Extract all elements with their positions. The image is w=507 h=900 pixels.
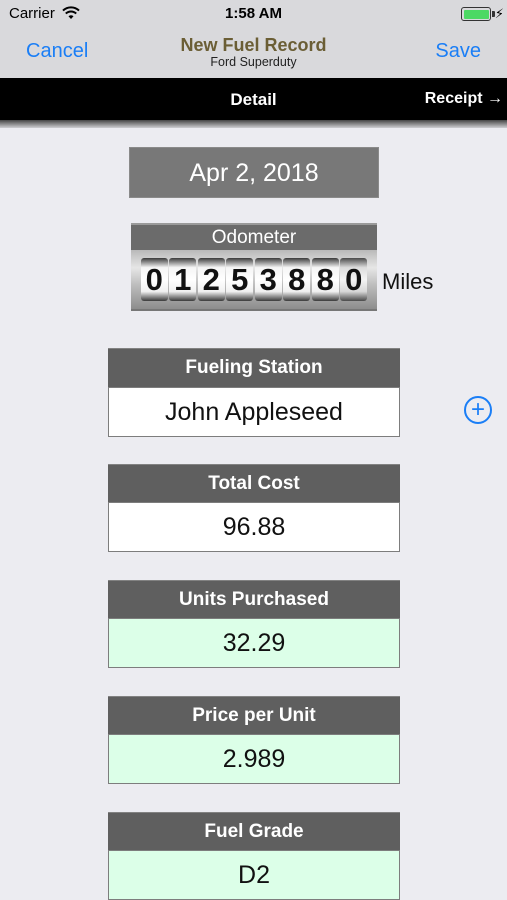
fuel-grade-field[interactable]: D2 xyxy=(108,850,400,900)
status-time: 1:58 AM xyxy=(225,5,282,22)
fueling-station-field[interactable]: John Appleseed xyxy=(108,387,400,437)
odometer-digit[interactable]: 5 xyxy=(226,258,254,301)
page-title: New Fuel Record xyxy=(180,35,327,55)
save-button[interactable]: Save xyxy=(435,40,481,63)
fuel-grade-label: Fuel Grade xyxy=(108,812,400,851)
total-cost-field[interactable]: 96.88 xyxy=(108,502,400,552)
odometer-digit[interactable]: 8 xyxy=(283,258,311,301)
odometer-digit[interactable]: 1 xyxy=(169,258,197,301)
fueling-station-label: Fueling Station xyxy=(108,348,400,387)
odometer-dials[interactable]: 0 1 2 5 3 8 8 0 xyxy=(131,250,377,311)
odometer-digit[interactable]: 0 xyxy=(140,258,168,301)
price-per-unit-field[interactable]: 2.989 xyxy=(108,734,400,784)
units-purchased-field[interactable]: 32.29 xyxy=(108,618,400,668)
vehicle-subtitle: Ford Superduty xyxy=(210,55,297,69)
tab-bar: Detail Receipt → xyxy=(0,78,507,120)
battery-level xyxy=(463,9,489,19)
total-cost-label: Total Cost xyxy=(108,464,400,503)
plus-circle-icon: + xyxy=(470,396,485,423)
price-per-unit-label: Price per Unit xyxy=(108,696,400,735)
tab-bar-divider xyxy=(0,120,507,128)
navigation-bar: Cancel New Fuel Record Ford Superduty Sa… xyxy=(0,28,507,78)
bolt-icon: ⚡︎ xyxy=(494,6,504,21)
date-button[interactable]: Apr 2, 2018 xyxy=(129,147,379,198)
odometer-digit[interactable]: 0 xyxy=(340,258,368,301)
status-bar: Carrier 1:58 AM ⚡︎ xyxy=(0,0,507,28)
odometer-label: Odometer xyxy=(131,223,377,250)
odometer-digit[interactable]: 3 xyxy=(254,258,282,301)
battery-icon xyxy=(461,7,491,21)
units-purchased-label: Units Purchased xyxy=(108,580,400,619)
add-station-button[interactable]: + xyxy=(464,396,492,424)
tab-receipt[interactable]: Receipt → xyxy=(425,90,503,108)
odometer-digit[interactable]: 2 xyxy=(197,258,225,301)
odometer-units: Miles xyxy=(382,269,434,294)
odometer-digit[interactable]: 8 xyxy=(311,258,339,301)
